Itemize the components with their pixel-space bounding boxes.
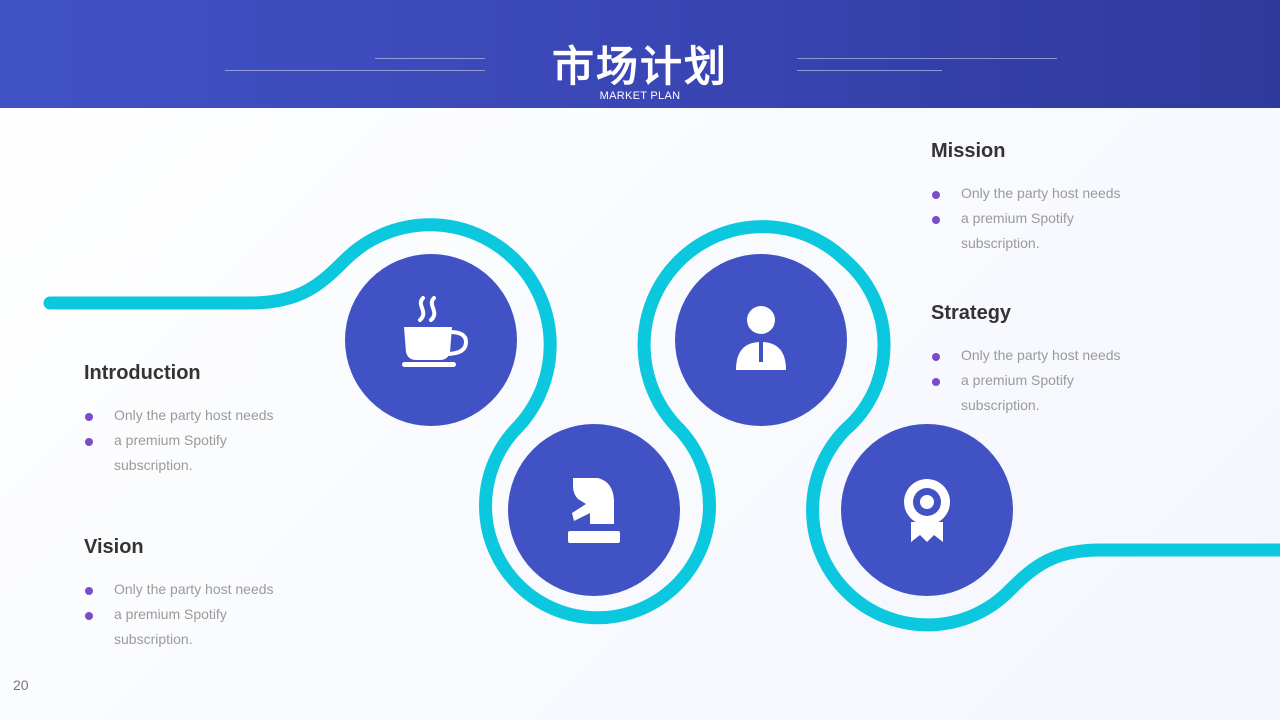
page-number: 20 xyxy=(13,677,29,693)
bullet-continuation: subscription. xyxy=(961,235,1040,251)
section-title: Vision xyxy=(84,536,144,558)
bullet-item: a premium Spotify xyxy=(931,368,1191,393)
bullet-item: a premium Spotify xyxy=(84,428,344,453)
bullet-item: a premium Spotify xyxy=(931,206,1191,231)
bullet-dot xyxy=(85,612,93,620)
section-vision: Vision Only the party host needs a premi… xyxy=(84,536,344,652)
bullet-dot xyxy=(932,191,940,199)
section-title: Mission xyxy=(931,140,1006,162)
node-circle-3 xyxy=(675,254,847,426)
bullet-continuation: subscription. xyxy=(114,457,193,473)
bullet-dot xyxy=(932,353,940,361)
bullet-dot xyxy=(85,438,93,446)
section-introduction: Introduction Only the party host needs a… xyxy=(84,362,344,478)
section-title: Strategy xyxy=(931,302,1012,324)
section-title: Introduction xyxy=(84,362,201,384)
bullet-item: Only the party host needs xyxy=(84,577,344,602)
bullet-continuation: subscription. xyxy=(114,631,193,647)
section-mission: Mission Only the party host needs a prem… xyxy=(931,140,1191,256)
bullet-dot xyxy=(85,413,93,421)
bullet-dot xyxy=(932,378,940,386)
bullet-continuation: subscription. xyxy=(961,397,1040,413)
bullet-item: Only the party host needs xyxy=(84,403,344,428)
bullet-dot xyxy=(85,587,93,595)
bullet-dot xyxy=(932,216,940,224)
section-strategy: Strategy Only the party host needs a pre… xyxy=(931,302,1191,418)
bullet-item: a premium Spotify xyxy=(84,602,344,627)
bullet-item: Only the party host needs xyxy=(931,181,1191,206)
bullet-item: Only the party host needs xyxy=(931,343,1191,368)
